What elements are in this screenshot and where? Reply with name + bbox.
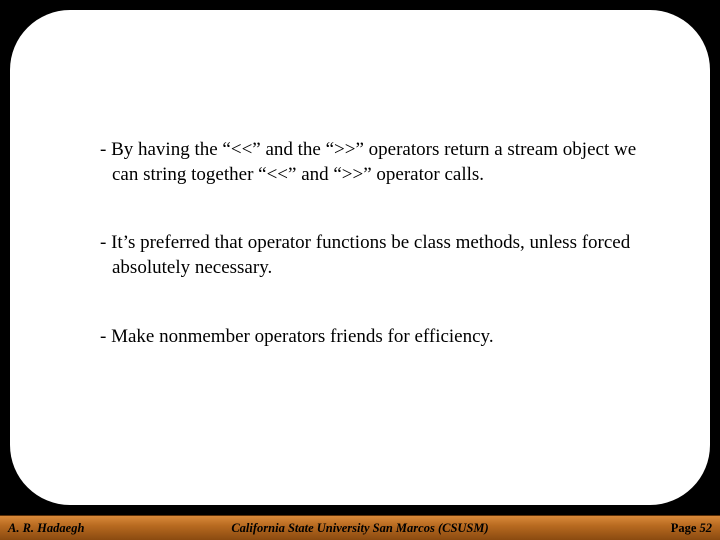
slide-content: - By having the “<<” and the “>>” operat… (100, 138, 660, 393)
footer-institution: California State University San Marcos (… (0, 521, 720, 536)
footer-page: Page 52 (671, 521, 712, 536)
footer-page-label: Page (671, 521, 697, 535)
footer-page-number: 52 (700, 521, 713, 535)
footer-bar: A. R. Hadaegh California State Universit… (0, 515, 720, 540)
bullet-1: - By having the “<<” and the “>>” operat… (100, 138, 660, 187)
footer-author: A. R. Hadaegh (8, 521, 84, 536)
slide-frame: - By having the “<<” and the “>>” operat… (10, 10, 710, 505)
bullet-2: - It’s preferred that operator functions… (100, 231, 660, 280)
bullet-3: - Make nonmember operators friends for e… (100, 325, 660, 350)
